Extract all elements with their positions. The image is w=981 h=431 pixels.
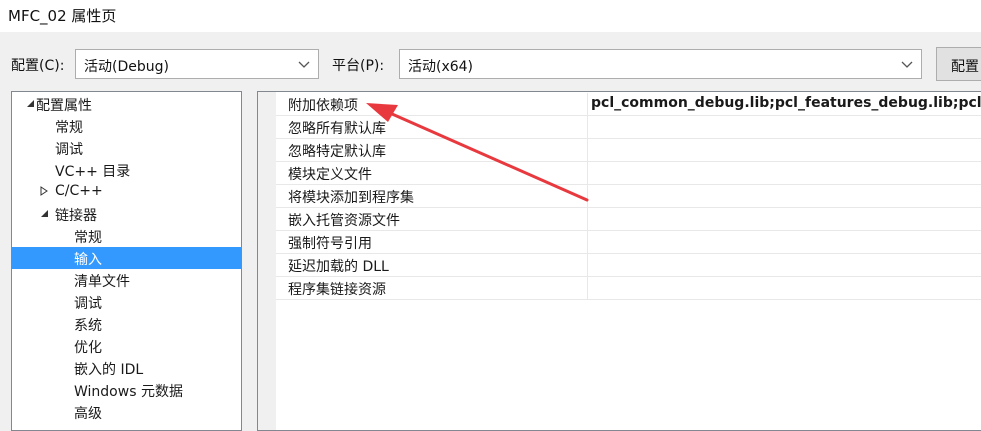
grid-margin — [258, 92, 276, 430]
tree-item-label: 优化 — [74, 340, 102, 356]
tree-item-system[interactable]: 系统 — [12, 313, 241, 335]
tree-item-label: 常规 — [55, 120, 83, 136]
triangle-collapsed-icon[interactable] — [39, 186, 49, 196]
property-name-cell[interactable]: 忽略特定默认库 — [276, 139, 588, 162]
tree-item-optimization[interactable]: 优化 — [12, 335, 241, 357]
tree-item-general[interactable]: 常规 — [12, 115, 241, 137]
property-value-cell[interactable] — [588, 277, 981, 300]
config-combo[interactable]: 活动(Debug) — [75, 49, 319, 79]
property-row-embed-managed-resource-file[interactable]: 嵌入托管资源文件 — [276, 208, 981, 231]
tree-item-label: 嵌入的 IDL — [74, 362, 144, 378]
tree-item-label: 调试 — [55, 142, 83, 158]
property-row-ignore-all-default-libraries[interactable]: 忽略所有默认库 — [276, 116, 981, 139]
tree-item-windows-metadata[interactable]: Windows 元数据 — [12, 379, 241, 401]
property-value: pcl_common_debug.lib;pcl_features_debug.… — [591, 95, 981, 111]
property-name-cell[interactable]: 将模块添加到程序集 — [276, 185, 588, 208]
tree-item-label: Windows 元数据 — [74, 384, 183, 400]
property-value-cell[interactable] — [588, 139, 981, 162]
tree-item-debugging[interactable]: 调试 — [12, 137, 241, 159]
property-row-additional-dependencies[interactable]: 附加依赖项 pcl_common_debug.lib;pcl_features_… — [276, 93, 981, 116]
property-row-delay-loaded-dlls[interactable]: 延迟加载的 DLL — [276, 254, 981, 277]
platform-combo[interactable]: 活动(x64) — [399, 49, 922, 79]
property-name: 延迟加载的 DLL — [288, 259, 389, 275]
chevron-down-icon — [901, 61, 913, 68]
tree-item-label: 高级 — [74, 406, 102, 422]
tree-item-label: 输入 — [74, 252, 102, 268]
config-label: 配置(C): — [11, 58, 65, 74]
property-name: 模块定义文件 — [288, 167, 372, 183]
tree-item-label: 常规 — [74, 230, 102, 246]
property-name-cell[interactable]: 忽略所有默认库 — [276, 116, 588, 139]
triangle-expanded-icon[interactable] — [39, 208, 49, 218]
property-name-cell[interactable]: 延迟加载的 DLL — [276, 254, 588, 277]
property-value-cell[interactable] — [588, 162, 981, 185]
property-tree[interactable]: 配置属性 常规 调试 VC++ 目录 C/C++ 链接器 常规 输入 清单文件 … — [11, 91, 242, 431]
property-value-cell[interactable] — [588, 185, 981, 208]
tree-item-c-cpp[interactable]: C/C++ — [12, 181, 241, 203]
property-name: 嵌入托管资源文件 — [288, 213, 400, 229]
property-name-cell[interactable]: 强制符号引用 — [276, 231, 588, 254]
tree-item-advanced[interactable]: 高级 — [12, 401, 241, 423]
property-value-cell[interactable] — [588, 208, 981, 231]
title-bar: MFC_02 属性页 — [0, 0, 981, 32]
tree-item-label: 配置属性 — [36, 98, 92, 114]
property-row-module-definition-file[interactable]: 模块定义文件 — [276, 162, 981, 185]
tree-item-linker-general[interactable]: 常规 — [12, 225, 241, 247]
property-name-cell[interactable]: 程序集链接资源 — [276, 277, 588, 300]
chevron-down-icon — [298, 61, 310, 68]
property-name-cell[interactable]: 嵌入托管资源文件 — [276, 208, 588, 231]
platform-label: 平台(P): — [332, 58, 385, 74]
platform-combo-value: 活动(x64) — [408, 59, 474, 75]
config-manager-button-label: 配置 — [951, 59, 979, 75]
tree-item-linker-debugging[interactable]: 调试 — [12, 291, 241, 313]
tree-item-label: 调试 — [74, 296, 102, 312]
property-row-assembly-link-resource[interactable]: 程序集链接资源 — [276, 277, 981, 300]
property-name: 附加依赖项 — [288, 98, 358, 114]
property-value-cell[interactable] — [588, 231, 981, 254]
tree-item-linker[interactable]: 链接器 — [12, 203, 241, 225]
tree-item-label: 系统 — [74, 318, 102, 334]
config-combo-value: 活动(Debug) — [84, 59, 169, 75]
property-value-cell[interactable] — [588, 254, 981, 277]
property-name: 程序集链接资源 — [288, 282, 386, 298]
property-row-force-symbol-references[interactable]: 强制符号引用 — [276, 231, 981, 254]
property-name: 将模块添加到程序集 — [288, 190, 414, 206]
property-grid[interactable]: 附加依赖项 pcl_common_debug.lib;pcl_features_… — [257, 91, 981, 431]
property-name: 忽略所有默认库 — [288, 121, 386, 137]
tree-item-label: VC++ 目录 — [55, 164, 131, 180]
property-name-cell[interactable]: 附加依赖项 — [276, 93, 588, 116]
config-manager-button[interactable]: 配置 — [936, 47, 981, 81]
property-value-cell[interactable] — [588, 116, 981, 139]
tree-item-vc-directories[interactable]: VC++ 目录 — [12, 159, 241, 181]
property-name: 忽略特定默认库 — [288, 144, 386, 160]
tree-item-label: 链接器 — [55, 208, 97, 224]
property-row-ignore-specific-default-libraries[interactable]: 忽略特定默认库 — [276, 139, 981, 162]
property-row-add-module-to-assembly[interactable]: 将模块添加到程序集 — [276, 185, 981, 208]
triangle-expanded-icon[interactable] — [25, 98, 35, 108]
window-title: MFC_02 属性页 — [8, 7, 117, 25]
tree-item-embedded-idl[interactable]: 嵌入的 IDL — [12, 357, 241, 379]
tree-item-linker-input[interactable]: 输入 — [12, 247, 241, 269]
property-name: 强制符号引用 — [288, 236, 372, 252]
property-value-cell[interactable]: pcl_common_debug.lib;pcl_features_debug.… — [588, 93, 981, 116]
tree-item-label: 清单文件 — [74, 274, 130, 290]
tree-item-config-properties[interactable]: 配置属性 — [12, 93, 241, 115]
tree-item-manifest-file[interactable]: 清单文件 — [12, 269, 241, 291]
tree-item-label: C/C++ — [55, 183, 103, 199]
property-name-cell[interactable]: 模块定义文件 — [276, 162, 588, 185]
